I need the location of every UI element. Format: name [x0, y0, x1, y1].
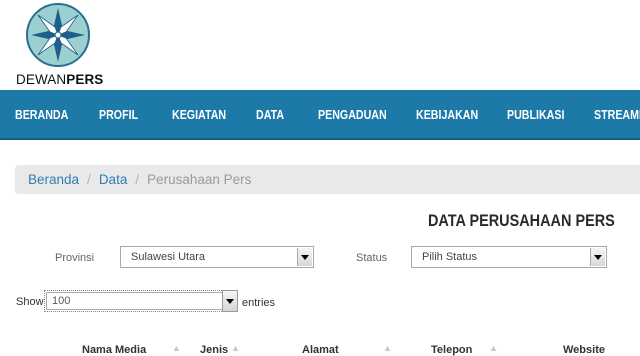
nav-item-beranda[interactable]: BERANDA [15, 107, 68, 122]
column-header-alamat[interactable]: Alamat [302, 344, 339, 356]
provinsi-label: Provinsi [55, 252, 95, 264]
sort-icon[interactable]: ▲ [383, 343, 392, 353]
sort-icon[interactable]: ▲ [489, 343, 498, 353]
breadcrumb-current: Perusahaan Pers [147, 172, 252, 187]
provinsi-select[interactable]: Sulawesi Utara [120, 246, 314, 268]
column-header-telepon[interactable]: Telepon [431, 344, 472, 356]
nav-item-publikasi[interactable]: PUBLIKASI [507, 107, 564, 122]
column-header-jenis[interactable]: Jenis [200, 344, 228, 356]
nav-item-kegiatan[interactable]: KEGIATAN [172, 107, 226, 122]
sort-icon[interactable]: ▲ [172, 343, 181, 353]
entries-length-value: 100 [52, 295, 71, 307]
logo-word-pers: PERS [66, 72, 104, 87]
logo-wordmark: DEWANPERS [16, 72, 103, 87]
status-label: Status [356, 252, 388, 264]
column-header-website[interactable]: Website [563, 344, 605, 356]
provinsi-select-value: Sulawesi Utara [131, 251, 205, 263]
sort-icon[interactable]: ▲ [231, 343, 240, 353]
nav-item-data[interactable]: DATA [256, 107, 284, 122]
main-navbar: BERANDA PROFIL KEGIATAN DATA PENGADUAN K… [0, 90, 640, 140]
chevron-down-icon [297, 248, 312, 266]
breadcrumb-home-link[interactable]: Beranda [28, 172, 79, 187]
nav-item-profil[interactable]: PROFIL [99, 107, 138, 122]
breadcrumb-data-link[interactable]: Data [99, 172, 128, 187]
dewan-pers-logo[interactable]: DEWANPERS [14, 2, 110, 88]
status-select[interactable]: Pilih Status [411, 246, 607, 268]
page-title: DATA PERUSAHAAN PERS [428, 211, 615, 230]
logo-word-dewan: DEWAN [16, 72, 67, 87]
breadcrumb-separator: / [135, 172, 140, 187]
breadcrumb-separator: / [87, 172, 91, 187]
nav-item-streaming[interactable]: STREAMI [594, 107, 640, 122]
breadcrumb: Beranda / Data / Perusahaan Pers [15, 165, 640, 194]
entries-label: entries [242, 297, 276, 309]
nav-item-pengaduan[interactable]: PENGADUAN [318, 107, 387, 122]
column-header-nama-media[interactable]: Nama Media [82, 344, 146, 356]
chevron-down-icon [590, 248, 605, 266]
nav-item-kebijakan[interactable]: KEBIJAKAN [416, 107, 478, 122]
chevron-down-icon [222, 290, 238, 312]
show-label: Show [16, 296, 44, 308]
compass-emblem-icon [26, 3, 90, 67]
entries-length-select[interactable]: 100 [44, 290, 238, 312]
status-select-value: Pilih Status [422, 251, 478, 263]
